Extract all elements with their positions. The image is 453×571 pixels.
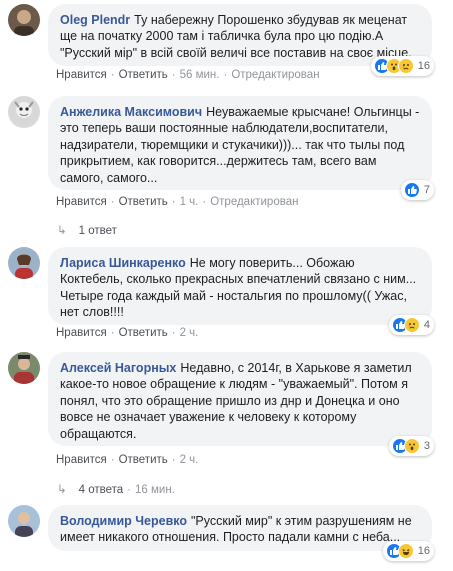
sad-reaction-icon <box>403 317 420 333</box>
avatar[interactable] <box>8 4 40 36</box>
comment-author[interactable]: Алексей Нагорных <box>60 361 176 375</box>
like-link[interactable]: Нравится <box>56 327 107 339</box>
reactions-summary[interactable]: 4 <box>388 315 434 335</box>
reply-link[interactable]: Ответить <box>119 454 168 466</box>
comment-actions: Нравится · Ответить · 56 мин. · Отредактирован <box>56 69 320 81</box>
reactions-summary[interactable]: 7 <box>400 180 434 200</box>
reaction-count: 3 <box>423 439 430 452</box>
haha-reaction-icon <box>397 543 414 559</box>
like-link[interactable]: Нравится <box>56 454 107 466</box>
comment-actions: Нравится · Ответить · 2 ч. <box>56 454 199 466</box>
reply-arrow-icon: ↳ <box>57 484 67 496</box>
avatar[interactable] <box>8 352 40 384</box>
reaction-count: 16 <box>417 544 430 557</box>
comment-time[interactable]: 1 ч. <box>180 196 199 208</box>
comment-author[interactable]: Лариса Шинкаренко <box>60 256 186 270</box>
avatar[interactable] <box>8 247 40 279</box>
replies-count[interactable]: 4 ответа <box>79 484 124 496</box>
edited-label[interactable]: Отредактирован <box>210 196 298 208</box>
comment-bubble: Володимир Черевко "Русский мир" к этим ра… <box>48 505 434 561</box>
reaction-count: 16 <box>417 59 430 72</box>
comment-bubble: Алексей Нагорных Недавно, с 2014г, в Харь… <box>48 352 434 456</box>
edited-label[interactable]: Отредактирован <box>231 69 319 81</box>
view-replies-link[interactable]: ↳ 4 ответа · 16 мин. <box>57 482 175 496</box>
comment-author[interactable]: Анжелика Максимович <box>60 105 202 119</box>
comment-author[interactable]: Володимир Черевко <box>60 514 187 528</box>
comment-bubble: Лариса Шинкаренко Не могу поверить... Обо… <box>48 247 434 335</box>
comment-time[interactable]: 2 ч. <box>180 454 199 466</box>
replies-count[interactable]: 1 ответ <box>79 225 117 237</box>
view-replies-link[interactable]: ↳ 1 ответ <box>57 223 117 237</box>
reply-link[interactable]: Ответить <box>119 327 168 339</box>
replies-time: 16 мин. <box>135 484 175 496</box>
comment-bubble: Анжелика Максимович Неуважаемые крысчане!… <box>48 96 434 200</box>
reply-arrow-icon: ↳ <box>57 225 67 237</box>
wow-reaction-icon <box>403 438 420 454</box>
comment-bubble: Oleg Plendr Ту набережну Порошенко збудув… <box>48 4 434 76</box>
reply-link[interactable]: Ответить <box>119 69 168 81</box>
comment-time[interactable]: 56 мин. <box>180 69 220 81</box>
like-link[interactable]: Нравится <box>56 69 107 81</box>
reactions-summary[interactable]: 3 <box>388 436 434 456</box>
avatar[interactable] <box>8 96 40 128</box>
reply-link[interactable]: Ответить <box>119 196 168 208</box>
sad-reaction-icon <box>397 58 414 74</box>
reactions-summary[interactable]: 16 <box>382 541 434 561</box>
comment-author[interactable]: Oleg Plendr <box>60 13 130 27</box>
like-reaction-icon <box>403 182 420 198</box>
comment-actions: Нравится · Ответить · 1 ч. · Отредактирован <box>56 196 299 208</box>
reactions-summary[interactable]: 16 <box>370 56 434 76</box>
reaction-count: 4 <box>423 318 430 331</box>
comment-actions: Нравится · Ответить · 2 ч. <box>56 327 199 339</box>
comment-time[interactable]: 2 ч. <box>180 327 199 339</box>
reaction-count: 7 <box>423 183 430 196</box>
avatar[interactable] <box>8 505 40 537</box>
like-link[interactable]: Нравится <box>56 196 107 208</box>
